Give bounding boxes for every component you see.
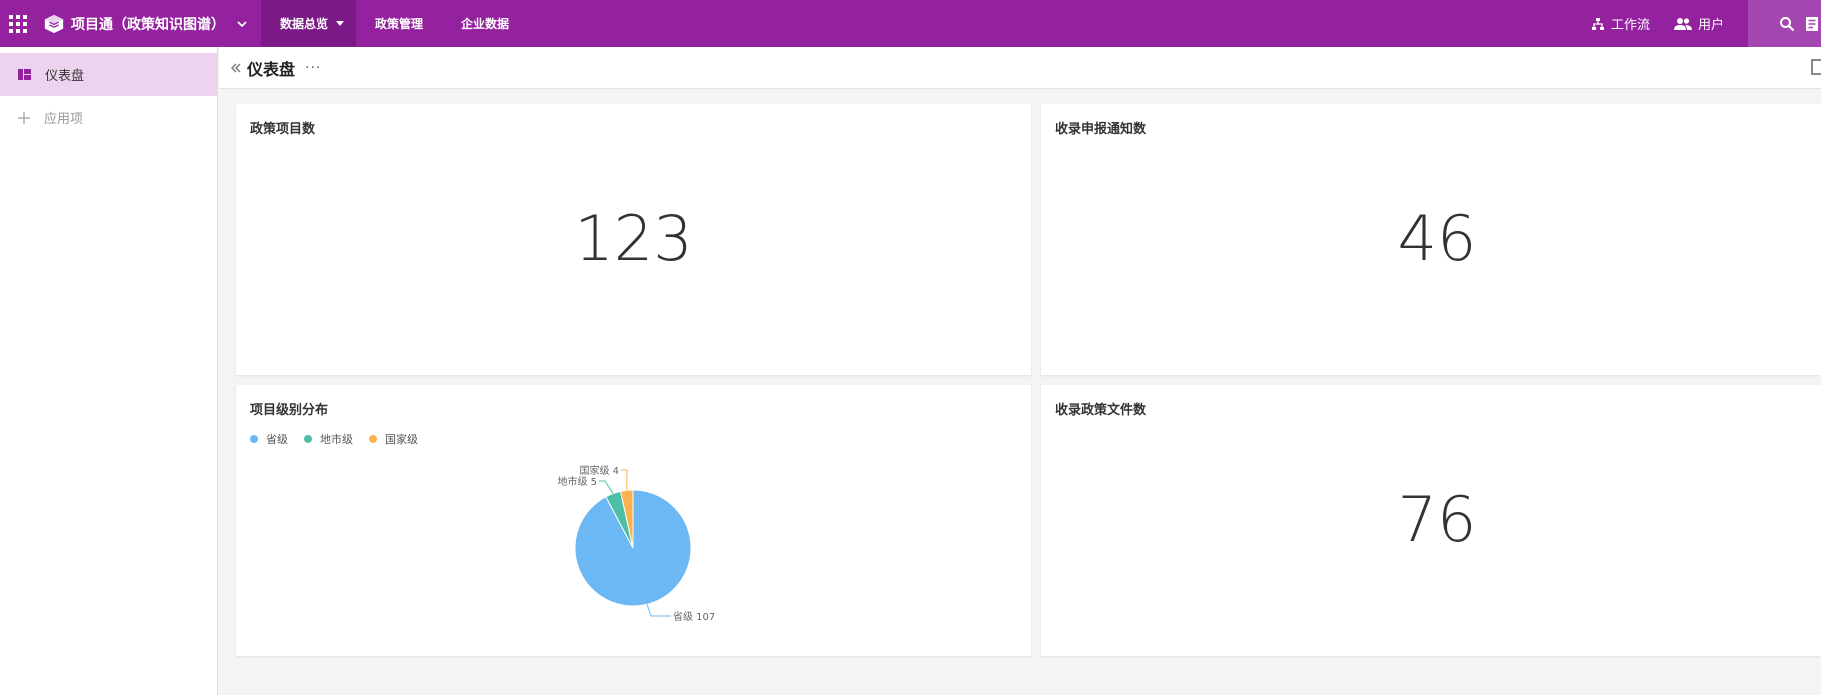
page-title: 仪表盘 — [247, 59, 296, 79]
app-title[interactable]: 项目通（政策知识图谱） — [71, 14, 225, 34]
caret-down-icon — [336, 21, 345, 26]
sidebar-item-add-app[interactable]: 应用项 — [0, 96, 217, 139]
pie-label-line — [599, 480, 614, 494]
sidebar-item-dashboard[interactable]: 仪表盘 — [0, 53, 217, 96]
users-label: 用户 — [1697, 18, 1724, 33]
more-icon[interactable]: ··· — [305, 60, 321, 76]
nav-tab-label: 企业数据 — [461, 17, 510, 31]
card-title: 收录政策文件数 — [1055, 403, 1147, 418]
users-icon — [1673, 17, 1692, 30]
fullscreen-icon[interactable] — [1811, 59, 1821, 75]
card-level-distribution: 项目级别分布 省级 地市级 国家级 省级 107 地市级 5 国家级 4 — [236, 385, 1031, 656]
double-chevron-left-icon[interactable] — [229, 61, 243, 75]
nav-tab-data-overview[interactable]: 数据总览 — [261, 0, 357, 47]
metric-value: 76 — [1397, 483, 1477, 556]
nav-tab-label: 数据总览 — [280, 17, 329, 31]
nav-tab-label: 政策管理 — [375, 17, 424, 31]
workflow-icon — [1591, 17, 1604, 30]
pie-data-label: 省级 107 — [673, 610, 715, 623]
metric-value: 46 — [1397, 202, 1477, 275]
app-logo-icon — [44, 14, 64, 33]
document-icon[interactable] — [1805, 16, 1819, 32]
dashboard-icon — [18, 69, 31, 80]
pie-label-line — [621, 469, 628, 491]
workflow-label: 工作流 — [1610, 18, 1650, 33]
sidebar-item-label: 仪表盘 — [45, 69, 85, 84]
workflow-button[interactable]: 工作流 — [1591, 14, 1650, 33]
topbar-right: 工作流 用户 — [1591, 0, 1821, 47]
topbar-tools — [1748, 0, 1821, 47]
card-policy-files: 收录政策文件数 76 — [1041, 385, 1821, 656]
metric-value: 123 — [574, 202, 693, 275]
sidebar-item-label: 应用项 — [44, 112, 84, 127]
card-title: 政策项目数 — [250, 122, 316, 137]
pie-chart: 省级 107地市级 5国家级 4 — [557, 464, 715, 623]
search-icon[interactable] — [1779, 16, 1795, 32]
card-notices: 收录申报通知数 46 — [1041, 104, 1821, 375]
card-title: 收录申报通知数 — [1055, 122, 1147, 137]
app-grid-icon[interactable] — [9, 14, 27, 33]
nav-tab-enterprise-data[interactable]: 企业数据 — [442, 0, 528, 47]
users-button[interactable]: 用户 — [1673, 14, 1724, 33]
chevron-down-icon[interactable] — [235, 17, 249, 31]
card-policy-projects: 政策项目数 123 — [236, 104, 1031, 375]
top-bar: 项目通（政策知识图谱） 数据总览 政策管理 企业数据 工作流 用户 — [0, 0, 1821, 47]
pie-data-label: 国家级 4 — [579, 464, 619, 477]
page-header: 仪表盘 ··· — [219, 47, 1821, 89]
plus-icon — [18, 111, 30, 124]
sidebar: 仪表盘 应用项 — [0, 47, 218, 695]
pie-label-line — [646, 604, 671, 617]
nav-tab-policy-management[interactable]: 政策管理 — [356, 0, 442, 47]
